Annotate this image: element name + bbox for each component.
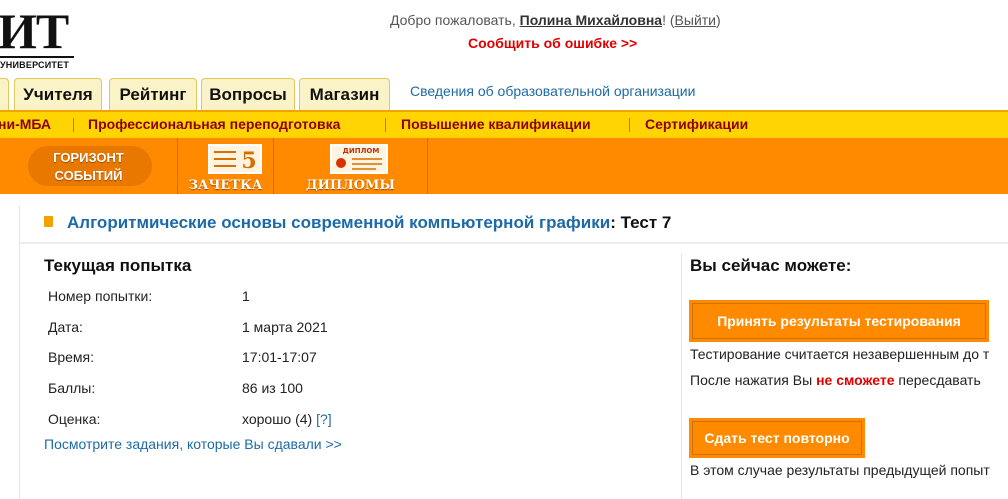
row-value: 86 из 100 (242, 380, 303, 397)
tab-questions[interactable]: Вопросы (201, 78, 295, 110)
zachetka-label: ЗАЧЕТКА (188, 178, 263, 193)
banner-zachetka[interactable]: 5 ЗАЧЕТКА (178, 138, 274, 194)
report-error-link[interactable]: Сообщить об ошибке >> (468, 35, 637, 51)
program-nav: ни-МБА Профессиональная переподготовка П… (0, 110, 1008, 138)
tab-shop[interactable]: Магазин (299, 78, 390, 110)
table-row: Номер попытки: 1 (44, 281, 332, 312)
course-link[interactable]: Алгоритмические основы современной компь… (67, 213, 610, 232)
row-label: Номер попытки: (48, 288, 153, 305)
main-tabs: Учителя Рейтинг Вопросы Магазин Сведения… (0, 78, 1008, 110)
welcome-message: Добро пожаловать, Полина Михайловна! (Вы… (390, 12, 721, 28)
logo-underline (0, 56, 74, 58)
retake-note: В этом случае результаты предыдущей попы… (690, 462, 990, 478)
grade-cell: хорошо (4) [?] (238, 403, 332, 434)
row-label: Время: (48, 349, 95, 366)
row-label: Баллы: (48, 380, 96, 397)
welcome-prefix: Добро пожаловать, (390, 12, 520, 28)
header: ИТ УНИВЕРСИТЕТ Добро пожаловать, Полина … (0, 0, 1008, 78)
table-row: Баллы: 86 из 100 (44, 373, 332, 404)
row-value: 1 (242, 288, 250, 305)
warning-note: После нажатия Вы не сможете пересдавать (690, 372, 981, 388)
incomplete-note: Тестирование считается незавершенным до … (690, 346, 990, 362)
row-label: Оценка: (48, 410, 101, 427)
logo[interactable]: ИТ (0, 6, 69, 56)
column-divider (681, 254, 682, 499)
row-value: 17:01-17:07 (242, 349, 317, 366)
horizon-line1: ГОРИЗОНТ (53, 150, 124, 165)
page-title: Алгоритмические основы современной компь… (44, 213, 671, 233)
banner-horizon[interactable]: ГОРИЗОНТ СОБЫТИЙ (0, 138, 178, 194)
user-name-link[interactable]: Полина Михайловна (520, 12, 662, 28)
warning-prefix: После нажатия Вы (690, 372, 817, 388)
nav-mini-mba[interactable]: ни-МБА (0, 116, 51, 132)
bullet-icon (44, 216, 53, 227)
edu-info-link[interactable]: Сведения об образовательной организации (410, 83, 695, 99)
table-row: Время: 17:01-17:07 (44, 342, 332, 373)
nav-certifications[interactable]: Сертификации (645, 116, 748, 132)
row-label: Дата: (48, 318, 83, 335)
logout-close: ) (716, 12, 721, 28)
gradebook-digit: 5 (241, 148, 256, 174)
logout-link[interactable]: Выйти (675, 12, 716, 28)
grade-value: хорошо (4) (242, 410, 313, 427)
tab-teachers[interactable]: Учителя (14, 78, 102, 110)
nav-retraining[interactable]: Профессиональная переподготовка (88, 116, 340, 132)
attempt-details: Номер попытки: 1 Дата: 1 марта 2021 Врем… (44, 281, 332, 434)
warning-suffix: пересдавать (894, 372, 981, 388)
nav-separator (385, 118, 386, 132)
logout-open: ( (665, 12, 675, 28)
diploma-icon: ДИПЛОМ (330, 144, 388, 174)
nav-separator (73, 118, 74, 132)
grade-help-link[interactable]: [?] (316, 411, 332, 427)
accept-results-button[interactable]: Принять результаты тестирования (689, 300, 989, 342)
title-divider (20, 242, 1008, 244)
test-name: Тест 7 (615, 213, 672, 232)
horizon-line2: СОБЫТИЙ (54, 168, 123, 183)
gradebook-icon: 5 (208, 144, 262, 174)
tab-partial[interactable] (0, 78, 9, 110)
view-tasks-link[interactable]: Посмотрите задания, которые Вы сдавали >… (44, 436, 342, 452)
nav-separator (629, 118, 630, 132)
logo-subtitle: УНИВЕРСИТЕТ (0, 60, 70, 70)
row-value: 1 марта 2021 (242, 318, 328, 335)
table-row: Дата: 1 марта 2021 (44, 312, 332, 343)
actions-heading: Вы сейчас можете: (690, 256, 852, 275)
retake-test-button[interactable]: Сдать тест повторно (689, 418, 865, 458)
warning-emphasis: не сможете (816, 372, 895, 388)
nav-qualification[interactable]: Повышение квалификации (401, 116, 591, 132)
feature-banners: ГОРИЗОНТ СОБЫТИЙ 5 ЗАЧЕТКА ДИПЛОМ ДИПЛОМ… (0, 138, 1008, 194)
content-left-border (19, 206, 20, 499)
diploma-tag: ДИПЛОМ (343, 147, 380, 155)
banner-diplomas[interactable]: ДИПЛОМ ДИПЛОМЫ (274, 138, 428, 194)
table-row: Оценка: хорошо (4) [?] (44, 403, 332, 434)
attempt-heading: Текущая попытка (44, 256, 192, 275)
tab-rating[interactable]: Рейтинг (109, 78, 197, 110)
diplomas-label: ДИПЛОМЫ (306, 178, 395, 193)
